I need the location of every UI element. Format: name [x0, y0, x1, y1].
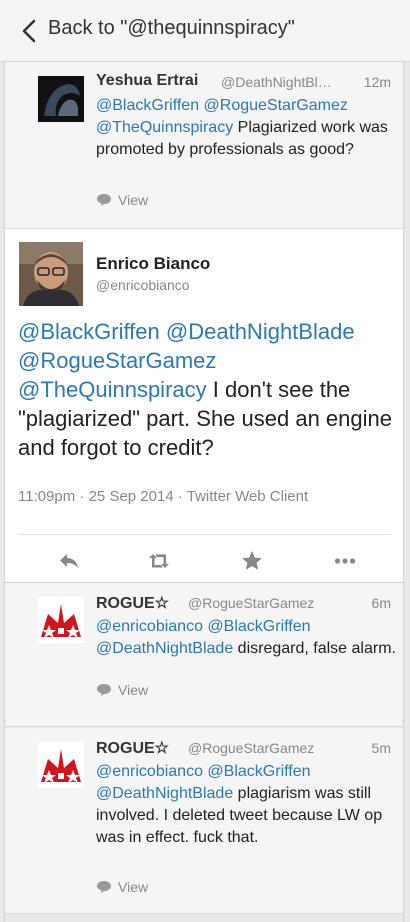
author-name[interactable]: Yeshua Ertrai: [96, 72, 198, 90]
author-name[interactable]: Enrico Bianco: [96, 254, 210, 274]
author-name[interactable]: ROGUE☆: [96, 738, 169, 758]
mention-link[interactable]: @RogueStarGamez: [204, 97, 348, 114]
avatar[interactable]: [38, 76, 84, 122]
author-name[interactable]: ROGUE☆: [96, 593, 169, 613]
author-handle[interactable]: @enricobianco: [96, 277, 190, 293]
avatar[interactable]: [38, 597, 84, 643]
main-tweet: Enrico Bianco @enricobianco @BlackGriffe…: [5, 229, 403, 642]
reply-tweet[interactable]: ROGUE☆ @RogueStarGamez 5m @enricobianco …: [5, 728, 403, 914]
reply-tweet[interactable]: Yeshua Ertrai @DeathNightBl… 12m @BlackG…: [5, 62, 403, 229]
reply-icon: [60, 554, 78, 568]
top-nav-bar: Back to "@thequinnspiracy": [0, 0, 410, 62]
tweet-text: @enricobianco @BlackGriffen @DeathNightB…: [96, 761, 396, 849]
view-link[interactable]: View: [96, 879, 148, 895]
mention-link[interactable]: @BlackGriffen: [207, 618, 310, 635]
retweet-button[interactable]: [145, 547, 173, 575]
retweet-icon: [149, 554, 169, 568]
tweet-actions: [5, 535, 403, 585]
tweet-meta[interactable]: 11:09pm · 25 Sep 2014 · Twitter Web Clie…: [18, 488, 308, 505]
reply-tweet[interactable]: ROGUE☆ @RogueStarGamez 6m @enricobianco …: [5, 582, 403, 727]
author-handle[interactable]: @RogueStarGamez: [188, 595, 314, 611]
tweet-body: disregard, false alarm.: [237, 640, 396, 657]
view-link[interactable]: View: [96, 682, 148, 698]
mention-link[interactable]: @DeathNightBlade: [166, 319, 355, 344]
speech-bubble-icon: [97, 684, 111, 696]
reply-button[interactable]: [55, 547, 83, 575]
more-button[interactable]: [331, 547, 359, 575]
avatar[interactable]: [38, 742, 84, 788]
timestamp[interactable]: 5m: [372, 740, 391, 756]
speech-bubble-icon: [97, 881, 111, 893]
view-label: View: [118, 682, 149, 698]
chevron-left-icon[interactable]: [20, 19, 40, 43]
mention-link[interactable]: @BlackGriffen: [207, 763, 310, 780]
view-label: View: [118, 192, 149, 208]
mention-link[interactable]: @enricobianco: [96, 763, 203, 780]
author-handle[interactable]: @RogueStarGamez: [188, 740, 314, 756]
mention-link[interactable]: @TheQuinnspiracy: [96, 119, 233, 136]
timestamp[interactable]: 6m: [372, 595, 391, 611]
tweet-text: @enricobianco @BlackGriffen @DeathNightB…: [96, 616, 396, 660]
tweet-text: @BlackGriffen @DeathNightBlade @RogueSta…: [18, 317, 398, 462]
favorite-button[interactable]: [238, 547, 266, 575]
mention-link[interactable]: @DeathNightBlade: [96, 640, 233, 657]
mention-link[interactable]: @DeathNightBlade: [96, 785, 233, 802]
timestamp[interactable]: 12m: [364, 74, 391, 90]
more-icon: [334, 558, 356, 564]
view-link[interactable]: View: [96, 192, 148, 208]
favorite-icon: [242, 551, 262, 570]
mention-link[interactable]: @BlackGriffen: [18, 319, 160, 344]
mention-link[interactable]: @enricobianco: [96, 618, 203, 635]
speech-bubble-icon: [97, 194, 111, 206]
author-handle[interactable]: @DeathNightBl…: [221, 74, 332, 90]
conversation-thread: Yeshua Ertrai @DeathNightBl… 12m @BlackG…: [4, 62, 404, 922]
mention-link[interactable]: @RogueStarGamez: [18, 348, 216, 373]
mention-link[interactable]: @BlackGriffen: [96, 97, 199, 114]
mention-link[interactable]: @TheQuinnspiracy: [18, 377, 207, 402]
avatar[interactable]: [19, 242, 83, 306]
view-label: View: [118, 879, 149, 895]
back-link[interactable]: Back to "@thequinnspiracy": [48, 17, 295, 40]
tweet-text: @BlackGriffen @RogueStarGamez @TheQuinns…: [96, 95, 396, 161]
